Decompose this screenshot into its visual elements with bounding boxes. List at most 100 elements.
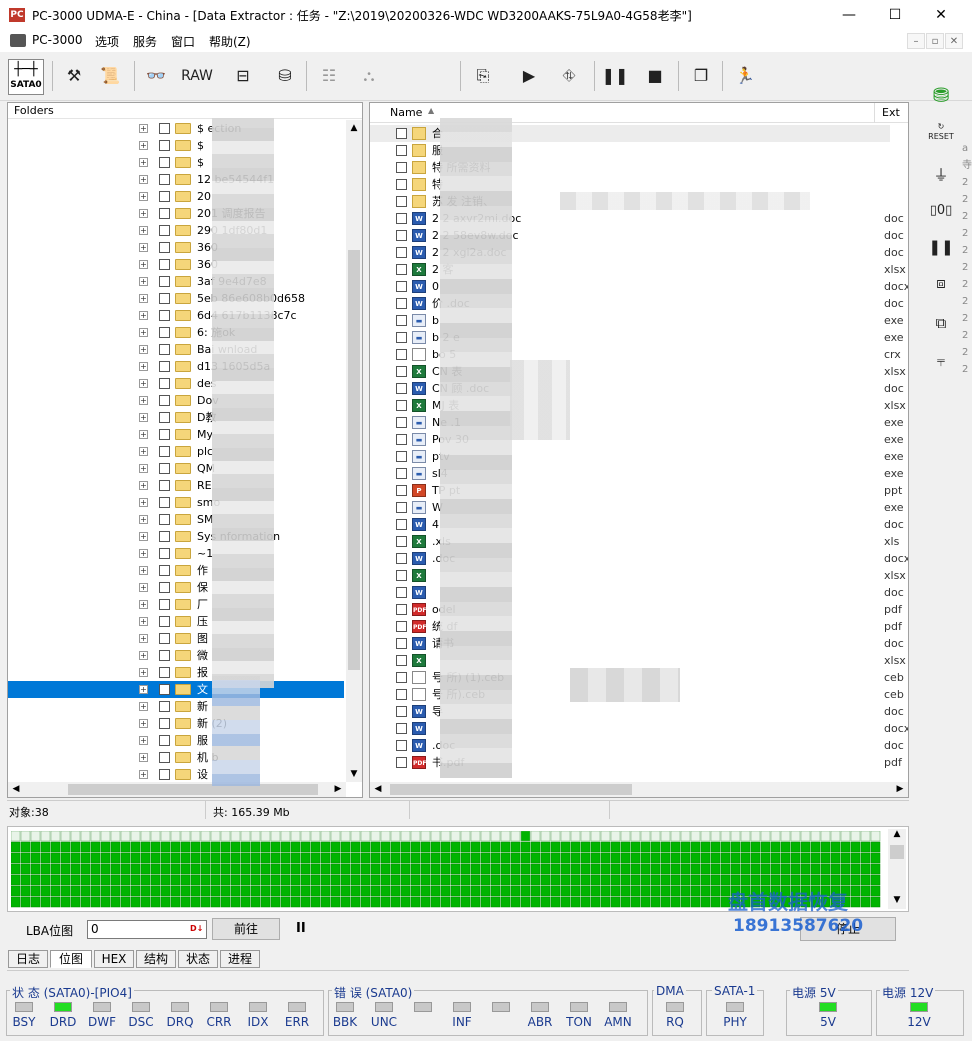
file-checkbox[interactable] bbox=[396, 230, 407, 241]
go-button[interactable]: 前往 bbox=[212, 918, 280, 940]
folders-horizontal-scrollbar[interactable]: ◀ ▶ bbox=[8, 782, 346, 797]
folder-checkbox[interactable] bbox=[159, 344, 170, 355]
expand-plus-icon[interactable]: + bbox=[139, 175, 148, 184]
expand-plus-icon[interactable]: + bbox=[139, 396, 148, 405]
folder-checkbox[interactable] bbox=[159, 157, 170, 168]
file-checkbox[interactable] bbox=[396, 332, 407, 343]
file-checkbox[interactable] bbox=[396, 196, 407, 207]
expand-plus-icon[interactable]: + bbox=[139, 617, 148, 626]
folder-checkbox[interactable] bbox=[159, 684, 170, 695]
folder-tree-item[interactable]: +5eb 86e608b0d658 bbox=[8, 290, 344, 307]
expand-plus-icon[interactable]: + bbox=[139, 583, 148, 592]
file-checkbox[interactable] bbox=[396, 451, 407, 462]
folder-tree-item[interactable]: + plc bbox=[8, 443, 344, 460]
folder-tree-item[interactable]: +201 调度报告 bbox=[8, 205, 344, 222]
tree-disabled-icon[interactable]: ☷ bbox=[314, 61, 344, 91]
folder-checkbox[interactable] bbox=[159, 565, 170, 576]
maximize-button[interactable]: ☐ bbox=[872, 0, 918, 30]
file-checkbox[interactable] bbox=[396, 162, 407, 173]
folder-checkbox[interactable] bbox=[159, 140, 170, 151]
tools-icon[interactable]: ⚒ bbox=[60, 61, 88, 91]
file-checkbox[interactable] bbox=[396, 298, 407, 309]
folder-tree-item[interactable]: + My bbox=[8, 426, 344, 443]
folder-tree-item[interactable]: +360 bbox=[8, 239, 344, 256]
right-pause-icon[interactable]: ❚❚ bbox=[926, 232, 956, 262]
graph-disabled-icon[interactable]: ⛬ bbox=[352, 61, 386, 91]
scroll-right-icon[interactable]: ▶ bbox=[330, 782, 346, 797]
folder-tree-item[interactable]: + 作 bbox=[8, 562, 344, 579]
folder-tree-item[interactable]: + 文 bbox=[8, 681, 344, 698]
folder-tree-item[interactable]: + Dov bbox=[8, 392, 344, 409]
expand-plus-icon[interactable]: + bbox=[139, 685, 148, 694]
bitmap-scroll-down-icon[interactable]: ▼ bbox=[888, 895, 906, 909]
folder-tree-item[interactable]: +6: 施ok bbox=[8, 324, 344, 341]
folder-tree-item[interactable]: + 图 bbox=[8, 630, 344, 647]
folder-tree-item[interactable]: +360 bbox=[8, 256, 344, 273]
task-tree-icon[interactable]: ⛗ bbox=[552, 61, 586, 91]
tab-bitmap[interactable]: 位图 bbox=[50, 950, 92, 968]
mdi-minimize-button[interactable]: – bbox=[907, 33, 925, 49]
expand-plus-icon[interactable]: + bbox=[139, 294, 148, 303]
file-checkbox[interactable] bbox=[396, 740, 407, 751]
file-checkbox[interactable] bbox=[396, 570, 407, 581]
folder-checkbox[interactable] bbox=[159, 735, 170, 746]
expand-plus-icon[interactable]: + bbox=[139, 209, 148, 218]
folder-checkbox[interactable] bbox=[159, 208, 170, 219]
column-name-header[interactable]: Name bbox=[390, 106, 422, 119]
file-checkbox[interactable] bbox=[396, 400, 407, 411]
pause-icon[interactable]: ❚❚ bbox=[600, 61, 630, 91]
folder-tree-item[interactable]: + 保 bbox=[8, 579, 344, 596]
folder-checkbox[interactable] bbox=[159, 412, 170, 423]
tab-hex[interactable]: HEX bbox=[94, 950, 134, 968]
folder-tree-item[interactable]: + 设 bbox=[8, 766, 344, 782]
expand-plus-icon[interactable]: + bbox=[139, 124, 148, 133]
folder-checkbox[interactable] bbox=[159, 259, 170, 270]
folder-checkbox[interactable] bbox=[159, 616, 170, 627]
expand-plus-icon[interactable]: + bbox=[139, 158, 148, 167]
mdi-close-button[interactable]: ✕ bbox=[945, 33, 963, 49]
expand-plus-icon[interactable]: + bbox=[139, 770, 148, 779]
stop-icon[interactable]: ■ bbox=[640, 61, 670, 91]
file-checkbox[interactable] bbox=[396, 757, 407, 768]
folder-tree-item[interactable]: + QM bbox=[8, 460, 344, 477]
folder-checkbox[interactable] bbox=[159, 242, 170, 253]
folder-tree-item[interactable]: +新 (2) bbox=[8, 715, 344, 732]
file-checkbox[interactable] bbox=[396, 587, 407, 598]
file-checkbox[interactable] bbox=[396, 145, 407, 156]
folder-tree-item[interactable]: +3af 9e4d7e8 bbox=[8, 273, 344, 290]
folder-tree-item[interactable]: +290 1df80d1 bbox=[8, 222, 344, 239]
file-checkbox[interactable] bbox=[396, 434, 407, 445]
tab-process[interactable]: 进程 bbox=[220, 950, 260, 968]
file-checkbox[interactable] bbox=[396, 655, 407, 666]
file-checkbox[interactable] bbox=[396, 604, 407, 615]
file-checkbox[interactable] bbox=[396, 706, 407, 717]
power-cycle-icon[interactable]: ⏚ bbox=[926, 160, 956, 190]
expand-plus-icon[interactable]: + bbox=[139, 447, 148, 456]
folder-tree-item[interactable]: + RE bbox=[8, 477, 344, 494]
folder-tree-item[interactable]: +Sys nformation bbox=[8, 528, 344, 545]
zero-fill-icon[interactable]: ▯0▯ bbox=[926, 196, 956, 226]
expand-plus-icon[interactable]: + bbox=[139, 141, 148, 150]
folders-vertical-scrollbar[interactable]: ▲ ▼ bbox=[346, 120, 362, 782]
expand-plus-icon[interactable]: + bbox=[139, 430, 148, 439]
folder-checkbox[interactable] bbox=[159, 650, 170, 661]
folders-scroll-thumb[interactable] bbox=[348, 250, 360, 670]
expand-plus-icon[interactable]: + bbox=[139, 515, 148, 524]
folder-checkbox[interactable] bbox=[159, 667, 170, 678]
folder-checkbox[interactable] bbox=[159, 463, 170, 474]
expand-plus-icon[interactable]: + bbox=[139, 464, 148, 473]
disk-save-icon[interactable]: ⛁ bbox=[270, 61, 300, 91]
folder-checkbox[interactable] bbox=[159, 225, 170, 236]
folder-tree-item[interactable]: + 新 bbox=[8, 698, 344, 715]
folder-checkbox[interactable] bbox=[159, 361, 170, 372]
files-scroll-left-icon[interactable]: ◀ bbox=[370, 782, 386, 797]
tab-structure[interactable]: 结构 bbox=[136, 950, 176, 968]
menu-help[interactable]: 帮助(Z) bbox=[209, 33, 251, 50]
menu-options[interactable]: 选项 bbox=[95, 33, 119, 50]
file-checkbox[interactable] bbox=[396, 502, 407, 513]
play-icon[interactable]: ▶ bbox=[514, 61, 544, 91]
windows-icon[interactable]: ❐ bbox=[686, 61, 716, 91]
file-checkbox[interactable] bbox=[396, 349, 407, 360]
file-checkbox[interactable] bbox=[396, 672, 407, 683]
folder-tree-item[interactable]: + smo bbox=[8, 494, 344, 511]
